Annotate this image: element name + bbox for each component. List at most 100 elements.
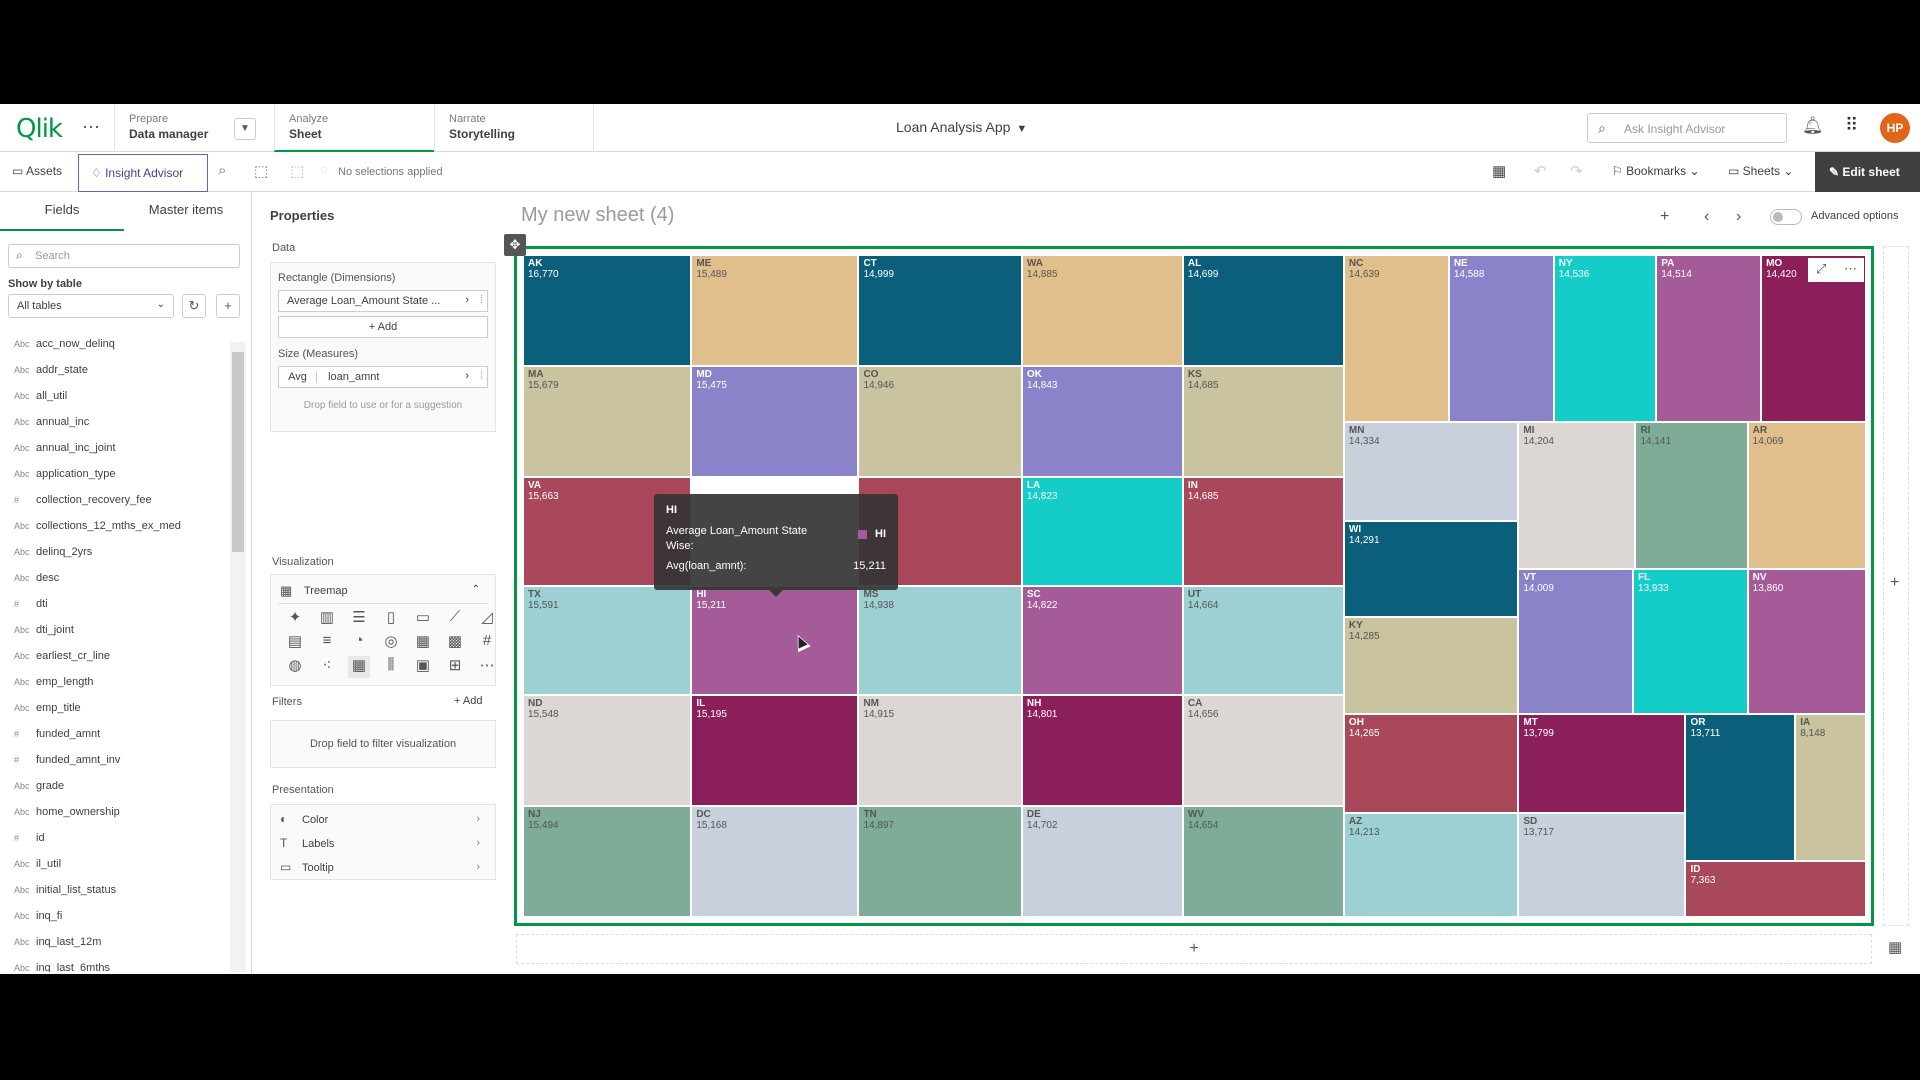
field-list-item[interactable]: Abc earliest_cr_line [0,644,232,670]
presentation-tooltip[interactable]: ▭ Tooltip › [278,858,488,880]
line-chart-icon[interactable]: ⟋ [444,608,466,630]
presentation-color[interactable]: ◐ Color › [278,810,488,832]
funnel-icon[interactable]: ≡ [316,632,338,654]
treemap-tile-hi[interactable]: HI 15,211 [691,586,859,695]
horizontal-bar-icon[interactable]: ☰ [348,608,370,630]
add-column-icon[interactable]: + [1890,574,1899,592]
treemap-tile-ok[interactable]: OK 14,843 [1021,366,1183,478]
treemap-tile-nc[interactable]: NC 14,639 [1343,255,1449,422]
treemap-tile-sc[interactable]: SC 14,822 [1021,586,1183,695]
treemap-tile-id[interactable]: ID 7,363 [1685,861,1866,917]
field-list-item[interactable]: Abc initial_list_status [0,878,232,904]
previous-sheet-icon[interactable]: ‹ [1704,208,1709,226]
smart-search-icon[interactable]: ⌕ [218,162,226,179]
treemap-tile-nd[interactable]: ND 15,548 [523,694,692,806]
treemap-tile-mt[interactable]: MT 13,799 [1518,714,1686,814]
tab-fields[interactable]: Fields [0,202,124,231]
treemap-tile-oh[interactable]: OH 14,265 [1343,714,1519,814]
field-list-item[interactable]: # funded_amnt_inv [0,748,232,774]
ask-insight-advisor-input[interactable]: ⌕ Ask Insight Advisor [1587,113,1787,143]
field-list-item[interactable]: Abc inq_fi [0,904,232,930]
number-icon[interactable]: # [476,632,498,654]
bookmarks-button[interactable]: ⚐ Bookmarks ⌄ [1604,158,1708,186]
treemap-tile-ks[interactable]: KS 14,685 [1182,366,1344,478]
treemap-tile-ak[interactable]: AK 16,770 [523,255,692,367]
field-list-item[interactable]: Abc emp_title [0,696,232,722]
advanced-options-toggle[interactable] [1770,209,1802,225]
tab-narrate[interactable]: Narrate Storytelling [434,104,594,152]
add-dimension-button[interactable]: + Add [278,316,488,338]
field-list-item[interactable]: Abc delinq_2yrs [0,540,232,566]
treemap-tile-la[interactable]: LA 14,823 [1021,477,1183,586]
field-list-item[interactable]: Abc annual_inc_joint [0,436,232,462]
field-list-item[interactable]: Abc application_type [0,462,232,488]
field-list-item[interactable]: Abc acc_now_delinq [0,332,232,358]
presentation-labels[interactable]: T Labels › [278,834,488,856]
scroll-thumb[interactable] [232,352,244,552]
treemap-tile-wv[interactable]: WV 14,654 [1182,805,1344,917]
treemap-tile-al[interactable]: AL 14,699 [1182,255,1344,367]
field-list-scrollbar[interactable] [230,342,246,972]
table-icon[interactable]: ▦ [412,632,434,654]
treemap-tile-fl[interactable]: FL 13,933 [1633,569,1748,715]
area-chart-icon[interactable]: ◿ [476,608,498,630]
field-list-item[interactable]: # funded_amnt [0,722,232,748]
treemap-tile-wa[interactable]: WA 14,885 [1021,255,1183,367]
more-options-icon[interactable]: ⋯ [1844,261,1857,276]
app-grid-icon[interactable]: ⠿ [1845,115,1858,136]
treemap-tile-dc[interactable]: DC 15,168 [691,805,859,917]
field-list-item[interactable]: # id [0,826,232,852]
field-list-item[interactable]: Abc grade [0,774,232,800]
combo-chart-icon[interactable]: ▤ [284,632,306,654]
treemap-tile-ny[interactable]: NY 14,536 [1553,255,1657,422]
assets-button[interactable]: ▭ Assets [4,158,70,186]
treemap-tile-ri[interactable]: RI 14,141 [1635,421,1748,570]
field-list-item[interactable]: Abc all_util [0,384,232,410]
field-list-item[interactable]: Abc annual_inc [0,410,232,436]
treemap-tile-ms[interactable]: MS 14,938 [858,586,1022,695]
insight-advisor-button[interactable]: ♢ Insight Advisor [78,154,208,192]
kpi-icon[interactable]: ▭ [412,608,434,630]
treemap-tile-ky[interactable]: KY 14,285 [1343,617,1519,715]
scatter-icon[interactable]: ⁖ [316,656,338,678]
field-list-item[interactable]: # collection_recovery_fee [0,488,232,514]
field-list-item[interactable]: Abc home_ownership [0,800,232,826]
treemap-tile-ia[interactable]: IA 8,148 [1795,714,1866,862]
treemap-tile-de[interactable]: DE 14,702 [1021,805,1183,917]
sheet-grid-icon[interactable]: ▦ [1492,162,1506,180]
measure-aggregation[interactable]: Avg [279,371,317,383]
sheet-title[interactable]: My new sheet (4) [521,204,674,227]
treemap-tile-ca[interactable]: CA 14,656 [1182,694,1344,806]
treemap-tile-wi[interactable]: WI 14,291 [1343,520,1519,618]
app-title[interactable]: Loan Analysis App ▼ [896,119,1027,135]
edit-sheet-button[interactable]: ✎ Edit sheet [1815,152,1920,192]
treemap-tile-co[interactable]: CO 14,946 [858,366,1022,478]
next-sheet-icon[interactable]: › [1736,208,1741,226]
treemap-tile-in[interactable]: IN 14,685 [1182,477,1344,586]
treemap-tile-mi[interactable]: MI 14,204 [1518,421,1636,570]
map-icon[interactable]: ◍ [284,656,306,678]
boxplot-icon[interactable]: ⊞ [444,656,466,678]
treemap-tile-ne[interactable]: NE 14,588 [1448,255,1554,422]
chevron-down-icon[interactable]: ▼ [234,118,256,140]
gauge-icon[interactable]: ◎ [380,632,402,654]
redo-icon[interactable]: ↷ [1570,162,1583,180]
dimension-pill[interactable]: Average Loan_Amount State ... › ⁞ [278,290,488,312]
field-list-item[interactable]: Abc collections_12_mths_ex_med [0,514,232,540]
treemap-tile-il[interactable]: IL 15,195 [691,694,859,806]
add-field-button[interactable]: + [216,294,240,318]
more-menu-icon[interactable]: ··· [82,116,100,137]
add-row-button[interactable]: + [516,934,1872,964]
treemap-tile-nv[interactable]: NV 13,860 [1747,569,1866,715]
table-select[interactable]: All tables ⌄ [8,294,174,318]
bell-icon[interactable]: 🔔︎ [1802,116,1824,136]
selection-step-icon[interactable]: ◌ [320,162,327,176]
treemap-tile-mn[interactable]: MN 14,334 [1343,421,1519,521]
treemap-tile-ct[interactable]: CT 14,999 [858,255,1022,367]
treemap-tile-ut[interactable]: UT 14,664 [1182,586,1344,695]
mekko-icon[interactable]: ▣ [412,656,434,678]
tab-analyze[interactable]: Analyze Sheet [274,104,434,152]
treemap-tile-tn[interactable]: TN 14,897 [858,805,1022,917]
treemap-tile-ma[interactable]: MA 15,679 [523,366,692,478]
treemap-tile-or[interactable]: OR 13,711 [1685,714,1796,862]
